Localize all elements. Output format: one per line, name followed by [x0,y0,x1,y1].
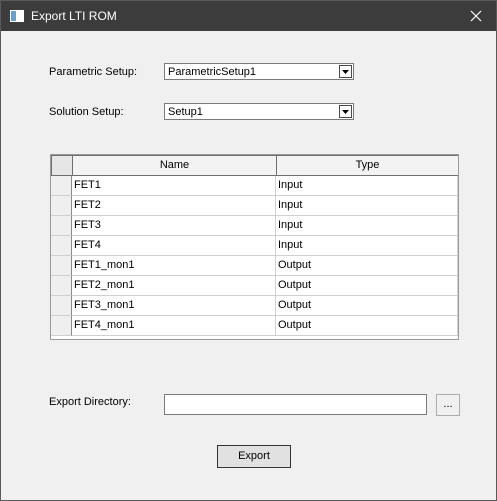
table-row[interactable]: FET2_mon1 Output [51,276,458,296]
row-header[interactable] [51,196,72,216]
browse-button[interactable]: ... [436,394,460,416]
table-row[interactable]: FET1_mon1 Output [51,256,458,276]
cell-type[interactable]: Output [276,316,458,336]
row-header[interactable] [51,296,72,316]
column-header-type[interactable]: Type [276,155,458,176]
row-header[interactable] [51,276,72,296]
window-title: Export LTI ROM [31,9,117,23]
export-lti-rom-dialog: Export LTI ROM Parametric Setup: Paramet… [0,0,497,501]
table-row[interactable]: FET2 Input [51,196,458,216]
parametric-setup-label: Parametric Setup: [49,66,138,78]
solution-setup-dropdown[interactable]: Setup1 [164,103,354,120]
cell-type[interactable]: Output [276,296,458,316]
close-button[interactable] [456,1,496,31]
solution-setup-value: Setup1 [168,106,203,118]
export-directory-label: Export Directory: [49,396,131,408]
cell-type[interactable]: Input [276,216,458,236]
cell-name[interactable]: FET3 [72,216,276,236]
export-directory-input[interactable] [164,394,427,415]
window-app-icon [10,10,24,22]
parametric-setup-dropdown[interactable]: ParametricSetup1 [164,63,354,80]
cell-type[interactable]: Output [276,256,458,276]
cell-type[interactable]: Input [276,236,458,256]
cell-name[interactable]: FET1_mon1 [72,256,276,276]
cell-name[interactable]: FET4 [72,236,276,256]
row-header[interactable] [51,316,72,336]
close-icon [470,10,482,22]
cell-type[interactable]: Output [276,276,458,296]
row-header[interactable] [51,256,72,276]
cell-name[interactable]: FET2 [72,196,276,216]
chevron-down-icon[interactable] [339,105,352,118]
cell-name[interactable]: FET1 [72,176,276,196]
row-header[interactable] [51,216,72,236]
chevron-down-icon[interactable] [339,65,352,78]
parametric-setup-value: ParametricSetup1 [168,66,257,78]
title-bar: Export LTI ROM [1,1,496,31]
export-button[interactable]: Export [217,445,291,468]
variables-grid[interactable]: Name Type FET1 Input FET2 Input FET3 Inp… [50,154,459,340]
cell-name[interactable]: FET2_mon1 [72,276,276,296]
table-row[interactable]: FET4_mon1 Output [51,316,458,336]
grid-corner-header[interactable] [51,155,73,176]
solution-setup-label: Solution Setup: [49,106,124,118]
table-row[interactable]: FET3_mon1 Output [51,296,458,316]
cell-name[interactable]: FET3_mon1 [72,296,276,316]
table-row[interactable]: FET3 Input [51,216,458,236]
cell-type[interactable]: Input [276,176,458,196]
row-header[interactable] [51,236,72,256]
table-row[interactable]: FET4 Input [51,236,458,256]
table-row[interactable]: FET1 Input [51,176,458,196]
cell-name[interactable]: FET4_mon1 [72,316,276,336]
column-header-name[interactable]: Name [72,155,277,176]
row-header[interactable] [51,176,72,196]
cell-type[interactable]: Input [276,196,458,216]
